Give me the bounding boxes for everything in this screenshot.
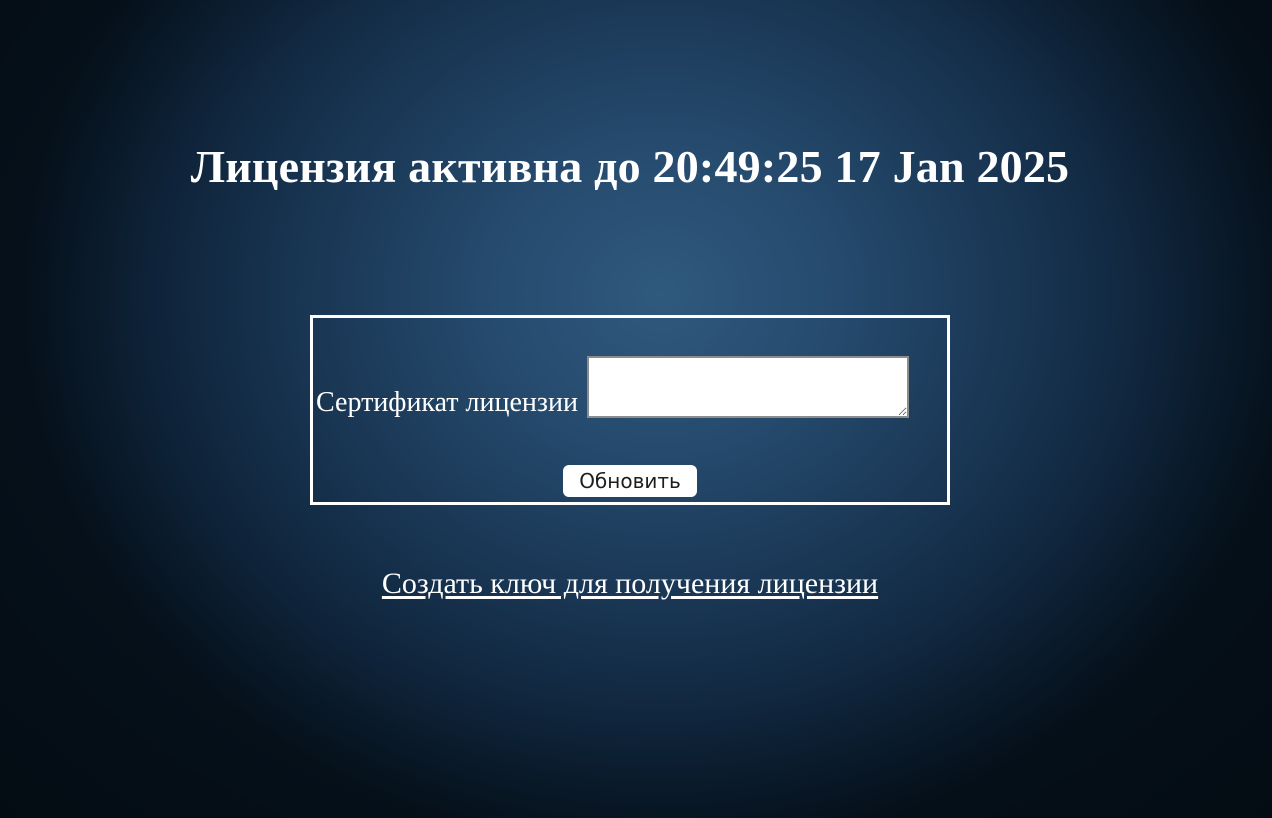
certificate-label: Сертификат лицензии bbox=[316, 387, 578, 418]
update-button[interactable]: Обновить bbox=[563, 465, 697, 497]
create-key-link[interactable]: Создать ключ для получения лицензии bbox=[382, 567, 878, 600]
certificate-textarea[interactable] bbox=[586, 356, 909, 418]
certificate-row: Сертификат лицензии bbox=[316, 356, 909, 418]
license-form-box: Сертификат лицензии Обновить bbox=[310, 315, 950, 505]
page-title: Лицензия активна до 20:49:25 17 Jan 2025 bbox=[190, 141, 1070, 192]
create-key-link-container: Создать ключ для получения лицензии bbox=[0, 566, 1260, 602]
